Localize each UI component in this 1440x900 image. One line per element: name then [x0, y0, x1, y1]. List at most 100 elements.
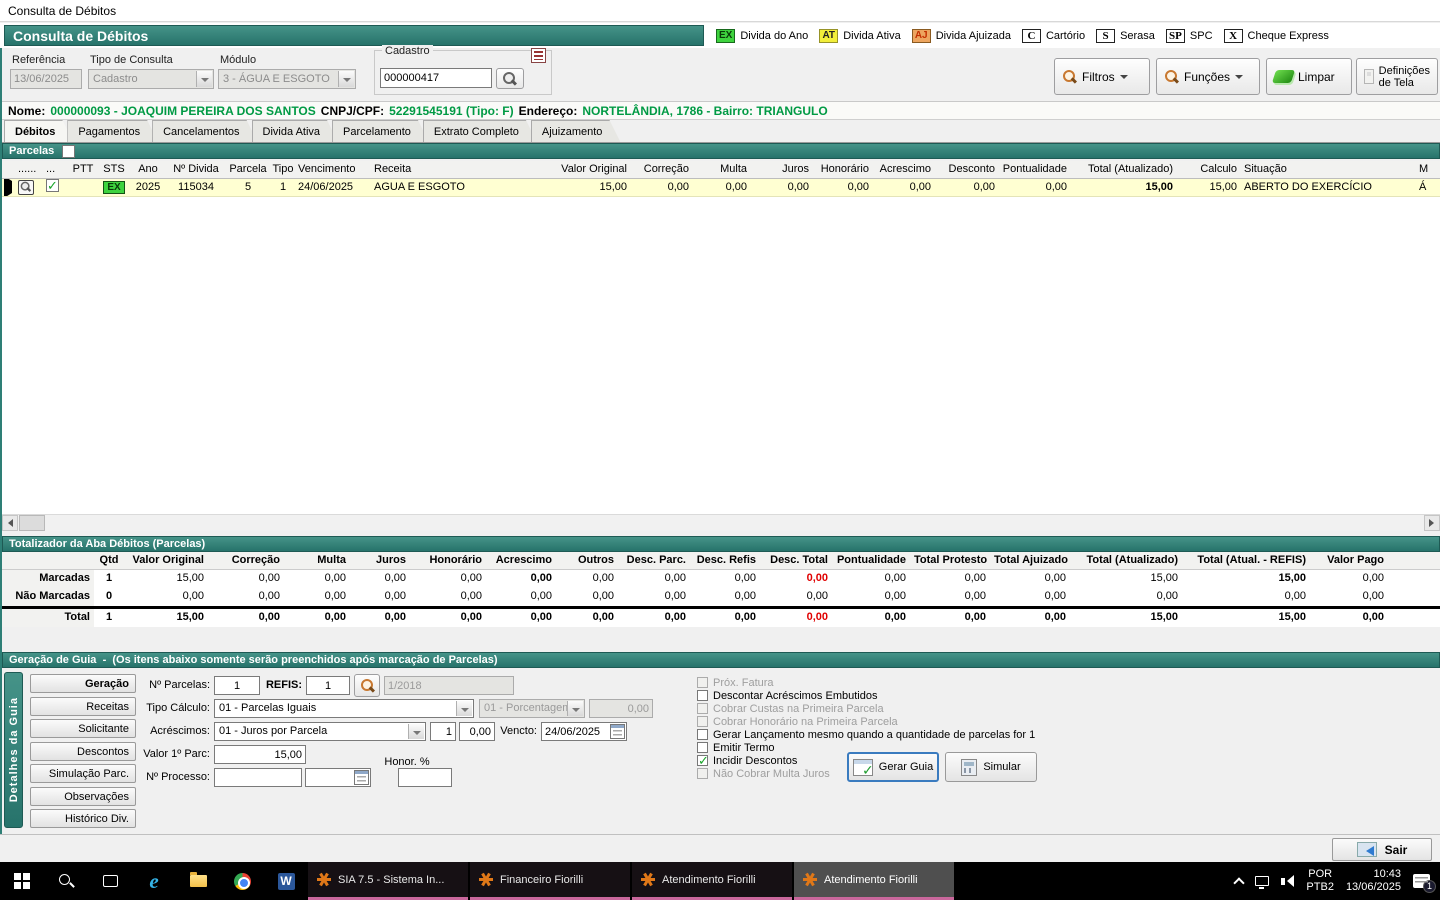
- filtros-button[interactable]: Filtros: [1054, 58, 1150, 95]
- row-select-checkbox[interactable]: [46, 179, 59, 194]
- parcelas-col-header[interactable]: Pontualidade: [1000, 161, 1072, 178]
- taskbar: e W SIA 7.5 - Sistema In... Financeiro Fi…: [0, 862, 1440, 900]
- parcelas-col-header[interactable]: [2, 161, 16, 178]
- tab-extrato-completo[interactable]: Extrato Completo: [423, 120, 537, 142]
- parcelas-col-header[interactable]: Parcela: [226, 161, 270, 178]
- scroll-left-button[interactable]: [2, 515, 18, 531]
- guia-sidebar: Geração Receitas Solicitante Descontos Simul…: [30, 674, 136, 828]
- parcelas-col-header[interactable]: STS: [98, 161, 130, 178]
- row-detail-button[interactable]: [18, 180, 34, 195]
- guia-sidebar-observações[interactable]: Observações: [30, 786, 136, 806]
- parcelas-col-header[interactable]: Ano: [130, 161, 166, 178]
- guia-sidebar-histórico-div-[interactable]: Histórico Div.: [30, 809, 136, 828]
- scroll-right-button[interactable]: [1424, 515, 1440, 531]
- parcelas-col-header[interactable]: Acrescimo: [874, 161, 936, 178]
- simular-button[interactable]: Simular: [945, 752, 1037, 782]
- definicoes-tela-button[interactable]: Definições de Tela: [1356, 58, 1438, 95]
- parcelas-select-all-checkbox[interactable]: [62, 144, 76, 158]
- guia-sidebar-simulação-parc-[interactable]: Simulação Parc.: [30, 764, 136, 783]
- guia-sidebar-receitas[interactable]: Receitas: [30, 696, 136, 716]
- scrollbar-thumb[interactable]: [19, 515, 45, 531]
- parcelas-col-header[interactable]: Valor Original: [522, 161, 632, 178]
- limpar-button[interactable]: Limpar: [1266, 58, 1352, 95]
- parcelas-col-header[interactable]: Correção: [632, 161, 694, 178]
- refis-input[interactable]: [306, 676, 350, 695]
- calendar-icon[interactable]: [610, 724, 625, 739]
- network-icon[interactable]: [1255, 876, 1270, 889]
- honor-input[interactable]: [398, 768, 452, 787]
- taskbar-app[interactable]: Atendimento Fiorilli: [794, 862, 954, 900]
- parcelas-cell-correcao: 0,00: [667, 181, 689, 193]
- clock[interactable]: 10:43 13/06/2025: [1346, 868, 1401, 894]
- guia-sidebar-solicitante[interactable]: Solicitante: [30, 719, 136, 738]
- tab-cancelamentos[interactable]: Cancelamentos: [152, 120, 257, 142]
- language-indicator[interactable]: POR PTB2: [1306, 868, 1334, 894]
- parcelas-col-header[interactable]: Receita: [372, 161, 522, 178]
- cadastro-search-button[interactable]: [496, 68, 524, 89]
- calendar-icon[interactable]: [354, 770, 369, 785]
- parcelas-col-header[interactable]: ...: [44, 161, 68, 178]
- taskbar-search-button[interactable]: [44, 862, 88, 900]
- tab-pagamentos[interactable]: Pagamentos: [67, 120, 158, 142]
- totalizador-value: 0,00: [1362, 611, 1384, 623]
- tipo-calculo-select[interactable]: 01 - Parcelas Iguais: [214, 699, 474, 718]
- guia-sidebar-geração[interactable]: Geração: [30, 674, 136, 693]
- option-checkbox[interactable]: [697, 729, 708, 740]
- guia-body: Detalhes da Guia Geração Receitas Solicita…: [2, 668, 1440, 834]
- list-icon[interactable]: [531, 48, 546, 63]
- funcoes-button[interactable]: Funções: [1156, 58, 1260, 95]
- task-view-button[interactable]: [88, 862, 132, 900]
- option-checkbox: [697, 768, 708, 779]
- parcelas-col-header[interactable]: Calculo: [1178, 161, 1242, 178]
- internet-explorer-button[interactable]: e: [132, 862, 176, 900]
- parcelas-col-header[interactable]: Honorário: [814, 161, 874, 178]
- parcelas-col-header[interactable]: Tipo: [270, 161, 296, 178]
- acrescimos-qtd-input[interactable]: [430, 722, 456, 741]
- taskbar-app[interactable]: Financeiro Fiorilli: [470, 862, 630, 900]
- parcelas-col-header[interactable]: ......: [16, 161, 44, 178]
- parcelas-col-header[interactable]: Vencimento: [296, 161, 372, 178]
- acrescimos-select[interactable]: 01 - Juros por Parcela: [214, 722, 426, 741]
- tab-parcelamento[interactable]: Parcelamento: [332, 120, 429, 142]
- guia-sidebar-descontos[interactable]: Descontos: [30, 741, 136, 761]
- chrome-button[interactable]: [220, 862, 264, 900]
- processo-input[interactable]: [214, 768, 302, 787]
- notification-center-icon[interactable]: 1: [1413, 874, 1436, 893]
- taskbar-app[interactable]: SIA 7.5 - Sistema In...: [308, 862, 468, 900]
- notification-badge: 1: [1423, 880, 1436, 893]
- sair-button[interactable]: Sair: [1332, 838, 1432, 861]
- parcelas-col-header[interactable]: Desconto: [936, 161, 1000, 178]
- valor-parc-input[interactable]: [214, 745, 306, 764]
- parcelas-cell-valor_original: 15,00: [599, 181, 627, 193]
- parcelas-data-row[interactable]: EX 2025 115034 5 1 24/06/2025 AGUA E ESGOTO 15,…: [2, 179, 1440, 197]
- tab-ajuizamento[interactable]: Ajuizamento: [531, 120, 621, 142]
- tray-chevron-icon[interactable]: [1233, 877, 1246, 889]
- horizontal-scrollbar[interactable]: [2, 514, 1440, 531]
- parcelas-col-header[interactable]: Situação: [1242, 161, 1417, 178]
- refis-search-button[interactable]: [354, 674, 380, 697]
- option-checkbox[interactable]: [697, 690, 708, 701]
- speaker-icon[interactable]: [1281, 875, 1295, 887]
- legend-badge-s: S: [1096, 28, 1116, 43]
- cadastro-input[interactable]: [380, 68, 492, 88]
- word-button[interactable]: W: [264, 862, 308, 900]
- detalhes-da-guia-tab[interactable]: Detalhes da Guia: [4, 672, 23, 828]
- num-parcelas-input[interactable]: [214, 676, 260, 695]
- file-explorer-button[interactable]: [176, 862, 220, 900]
- system-tray: POR PTB2 10:43 13/06/2025 1: [1233, 862, 1440, 900]
- taskbar-app[interactable]: Atendimento Fiorilli: [632, 862, 792, 900]
- option-label: Descontar Acréscimos Embutidos: [713, 689, 878, 702]
- parcelas-cell-acrescimo: 0,00: [909, 181, 931, 193]
- parcelas-col-header[interactable]: Total (Atualizado): [1072, 161, 1178, 178]
- tab-débitos[interactable]: Débitos: [4, 120, 73, 142]
- tab-divida-ativa[interactable]: Divida Ativa: [252, 120, 338, 142]
- parcelas-col-header[interactable]: Nº Divida: [166, 161, 226, 178]
- parcelas-col-header[interactable]: Multa: [694, 161, 752, 178]
- option-checkbox[interactable]: [697, 753, 709, 769]
- gerar-guia-button[interactable]: Gerar Guia: [847, 752, 939, 782]
- option-checkbox[interactable]: [697, 742, 708, 753]
- parcelas-col-header[interactable]: Juros: [752, 161, 814, 178]
- parcelas-col-header[interactable]: M: [1417, 161, 1431, 178]
- parcelas-col-header[interactable]: PTT: [68, 161, 98, 178]
- start-button[interactable]: [0, 862, 44, 900]
